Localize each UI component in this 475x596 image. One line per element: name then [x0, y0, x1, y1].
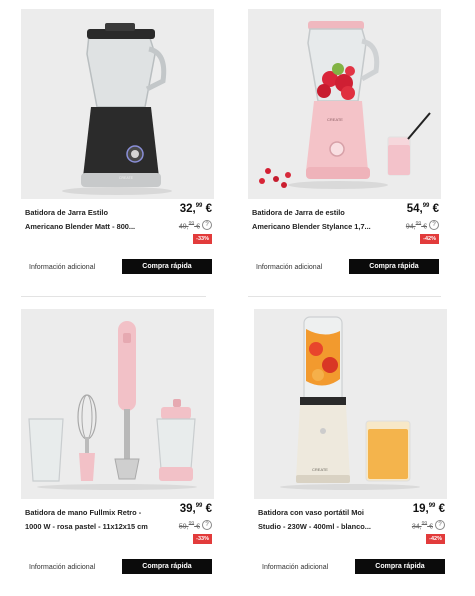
pink-countertop-blender-icon: CREATE: [248, 9, 441, 199]
current-price: 39,99 €: [179, 503, 212, 515]
original-price: 34,99 €: [411, 521, 433, 531]
brand-mark: CREATE: [327, 117, 343, 122]
quick-buy-button[interactable]: Compra rápida: [122, 259, 212, 274]
discount-badge: -33%: [193, 234, 212, 244]
product-name[interactable]: Batidora de Jarra de estilo Americano Bl…: [252, 206, 386, 234]
current-price: 54,99 €: [406, 203, 439, 215]
question-icon[interactable]: ?: [202, 520, 212, 530]
product-name[interactable]: Batidora de Jarra Estilo Americano Blend…: [25, 206, 159, 234]
product-name[interactable]: Batidora de mano Fullmix Retro - 1000 W …: [25, 506, 159, 534]
discount-badge: -33%: [193, 534, 212, 544]
current-price: 19,99 €: [412, 503, 445, 515]
product-image[interactable]: CREATE: [254, 309, 447, 499]
quick-buy-button[interactable]: Compra rápida: [122, 559, 212, 574]
original-price: 49,99 €: [178, 221, 200, 231]
discount-badge: -42%: [420, 234, 439, 244]
discount-badge: -42%: [426, 534, 445, 544]
cream-personal-blender-icon: CREATE: [254, 309, 447, 499]
question-icon[interactable]: ?: [202, 220, 212, 230]
question-icon[interactable]: ?: [435, 520, 445, 530]
pink-hand-blender-set-icon: [21, 309, 214, 499]
additional-info-link[interactable]: Información adicional: [256, 264, 322, 271]
black-countertop-blender-icon: CREATE: [21, 9, 214, 199]
brand-mark: CREATE: [312, 467, 328, 472]
product-image[interactable]: CREATE: [21, 9, 214, 199]
quick-buy-button[interactable]: Compra rápida: [355, 559, 445, 574]
row-divider: [248, 296, 441, 297]
brand-mark: CREATE: [119, 176, 134, 180]
product-image[interactable]: CREATE: [248, 9, 441, 199]
current-price: 32,99 €: [179, 203, 212, 215]
additional-info-link[interactable]: Información adicional: [29, 564, 95, 571]
original-price: 59,99 €: [178, 521, 200, 531]
product-image[interactable]: [21, 309, 214, 499]
additional-info-link[interactable]: Información adicional: [262, 564, 328, 571]
question-icon[interactable]: ?: [429, 220, 439, 230]
row-divider: [21, 296, 206, 297]
original-price: 94,99 €: [405, 221, 427, 231]
additional-info-link[interactable]: Información adicional: [29, 264, 95, 271]
product-name[interactable]: Batidora con vaso portátil Moi Studio - …: [258, 506, 392, 534]
quick-buy-button[interactable]: Compra rápida: [349, 259, 439, 274]
